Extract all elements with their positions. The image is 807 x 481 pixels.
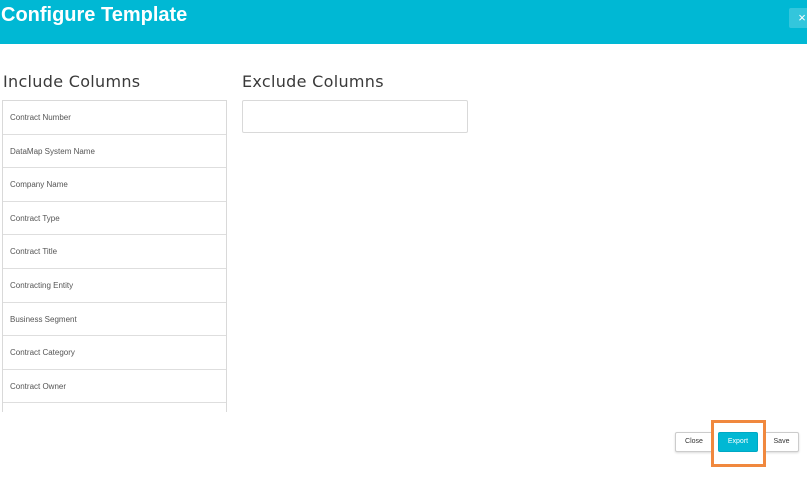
list-item[interactable]: Contract Category	[3, 336, 226, 370]
list-item[interactable]	[3, 403, 226, 412]
export-button[interactable]: Export	[718, 432, 758, 452]
list-item[interactable]: Business Segment	[3, 302, 226, 337]
save-button[interactable]: Save	[764, 432, 799, 452]
list-item[interactable]: Contract Title	[3, 235, 226, 269]
list-item[interactable]: DataMap System Name	[3, 134, 226, 169]
close-icon[interactable]: ×	[789, 8, 807, 28]
dialog-title: Configure Template	[1, 4, 188, 26]
include-columns-label: Include Columns	[3, 72, 141, 91]
list-item[interactable]: Contract Number	[3, 101, 226, 135]
include-columns-list[interactable]: Contract Number DataMap System Name Comp…	[2, 100, 227, 412]
list-item[interactable]: Company Name	[3, 168, 226, 202]
exclude-columns-list[interactable]	[242, 100, 468, 133]
list-item[interactable]: Contract Type	[3, 201, 226, 236]
list-item[interactable]: Contract Owner	[3, 369, 226, 404]
dialog-header: Configure Template ×	[0, 0, 807, 44]
close-button[interactable]: Close	[675, 432, 713, 452]
list-item[interactable]: Contracting Entity	[3, 268, 226, 303]
exclude-columns-label: Exclude Columns	[242, 72, 384, 91]
